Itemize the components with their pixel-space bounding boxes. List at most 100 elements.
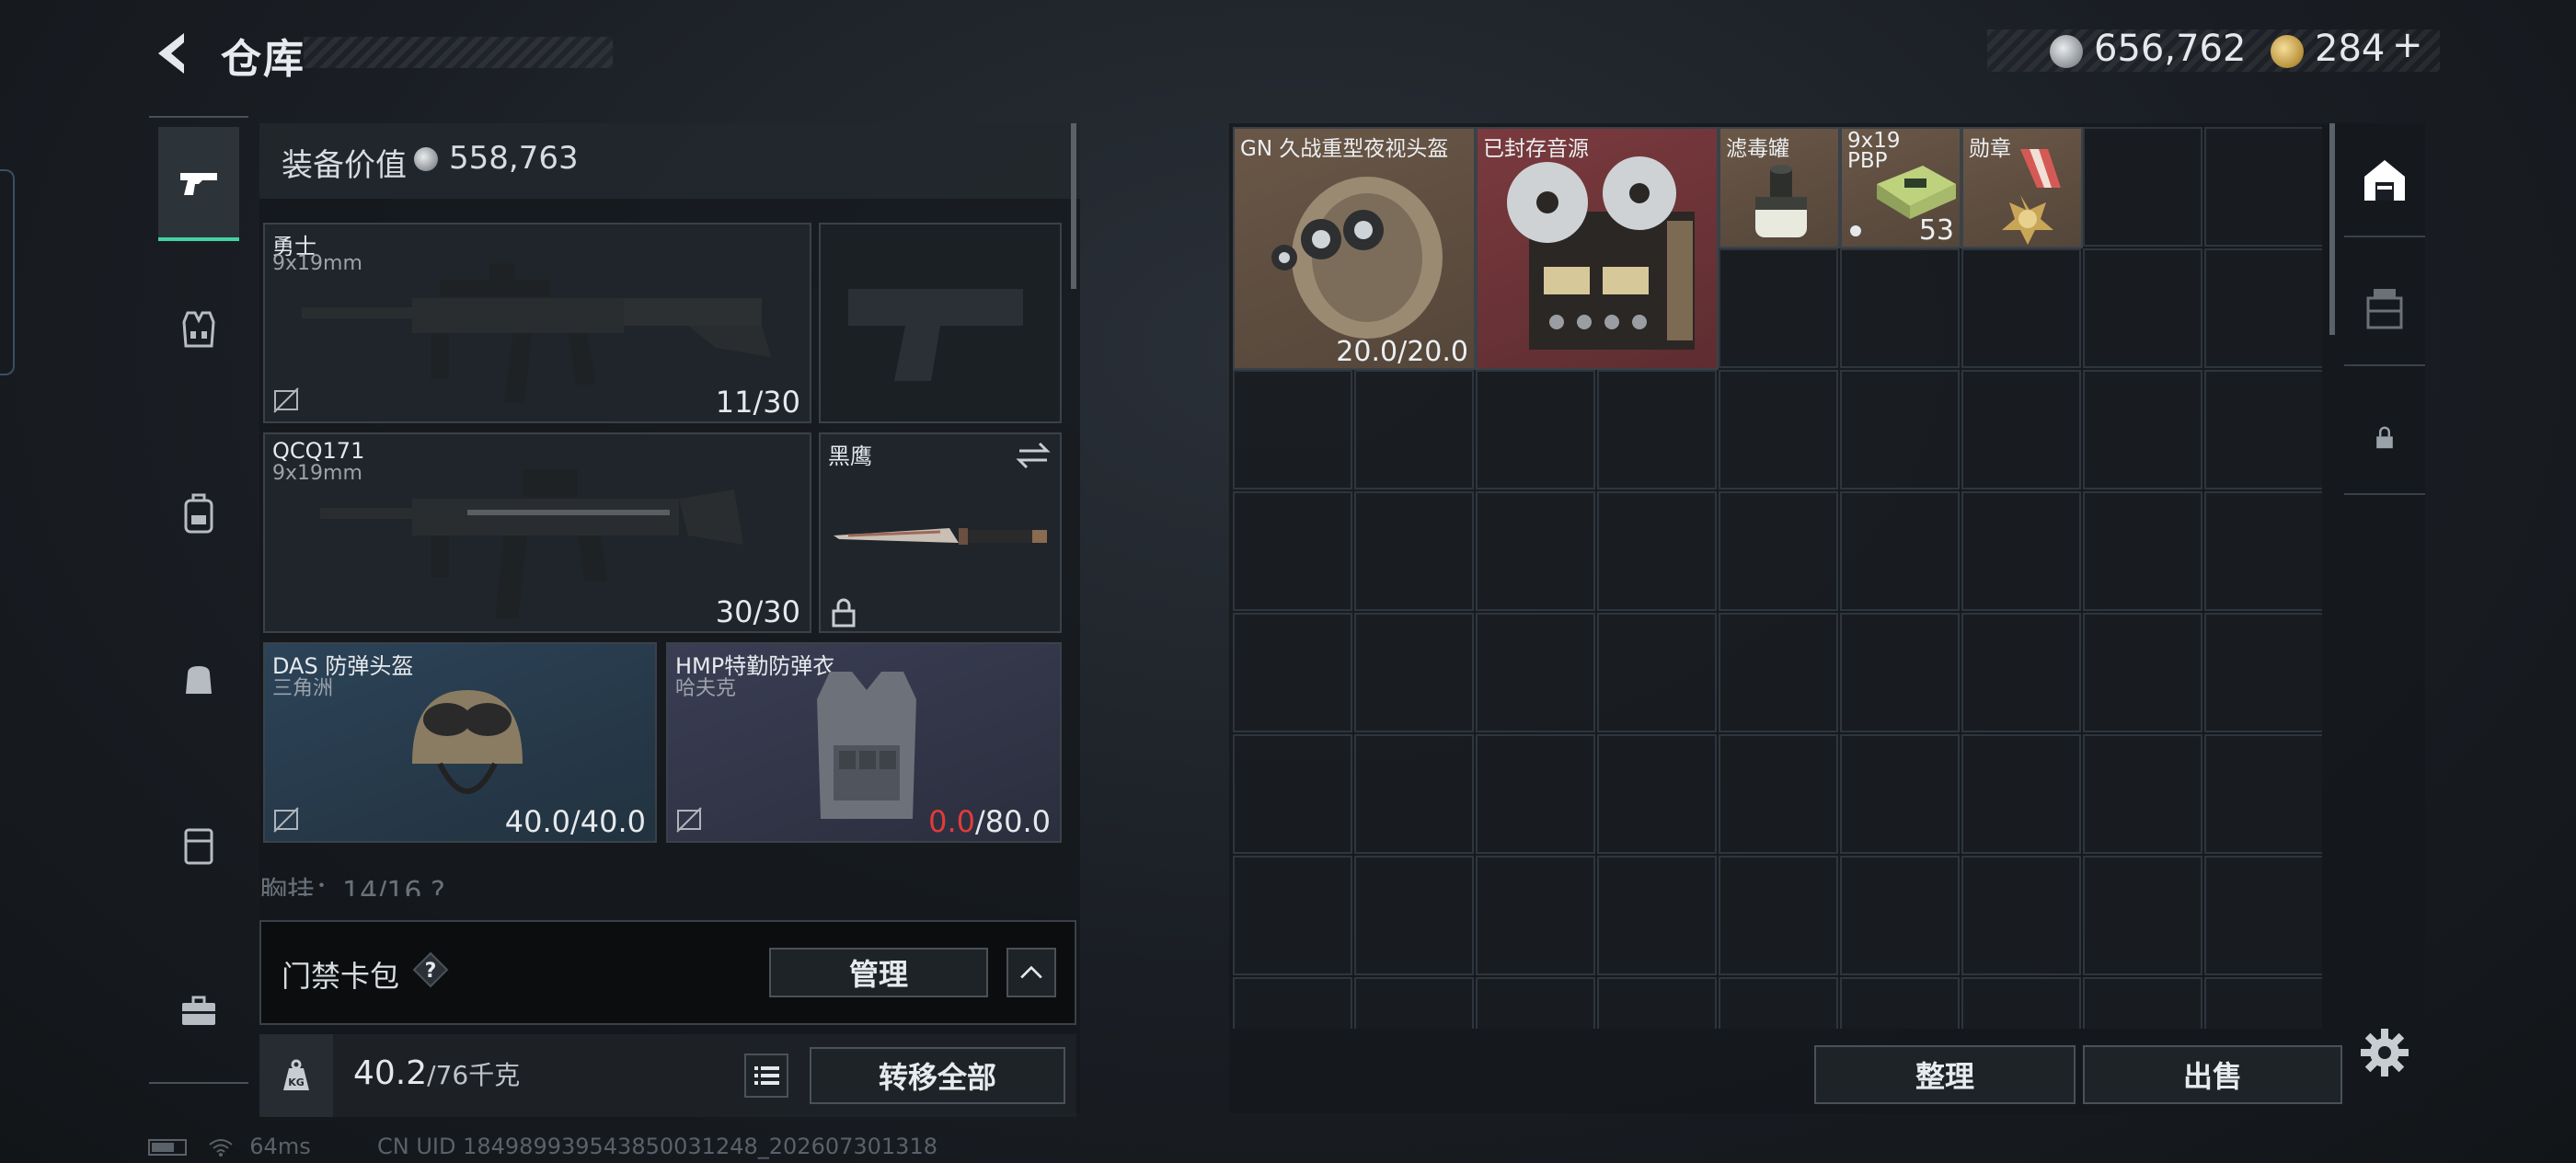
nav-toolbox-tab[interactable] [158,955,239,1065]
collapse-button[interactable] [1006,948,1056,997]
storage-grid-cell[interactable] [1961,491,2081,611]
add-currency-button[interactable]: + [2392,24,2423,66]
storage-grid-cell[interactable] [1961,734,2081,854]
storage-grid-cell[interactable] [1354,977,1474,1029]
melee-slot[interactable]: 黑鹰 [819,432,1062,633]
storage-grid-cell[interactable] [2204,613,2322,732]
nav-bag-tab[interactable] [158,624,239,734]
storage-grid-cell[interactable] [2204,977,2322,1029]
storage-grid-cell[interactable] [1719,977,1838,1029]
storage-grid-cell[interactable] [2204,127,2322,247]
storage-grid-cell[interactable] [1354,491,1474,611]
storage-grid-cell[interactable] [1476,856,1595,975]
storage-grid-cell[interactable] [2204,734,2322,854]
chest-rig-row[interactable]: 胸挂：14/16 ? [259,869,1062,896]
storage-grid-cell[interactable] [1840,734,1960,854]
storage-grid-cell[interactable] [2083,491,2202,611]
settings-button[interactable] [2357,1025,2412,1080]
storage-grid-cell[interactable] [1840,977,1960,1029]
storage-grid-cell[interactable] [1597,734,1717,854]
storage-grid-cell[interactable] [1597,856,1717,975]
storage-grid-cell[interactable] [1233,977,1352,1029]
body-armor-slot[interactable]: HMP特勤防弹衣 哈夫克 0.0/80.0 [666,642,1062,843]
storage-grid-cell[interactable] [2083,977,2202,1029]
swap-icon[interactable] [1016,440,1051,471]
storage-grid-cell[interactable] [1840,370,1960,489]
transfer-all-button[interactable]: 转移全部 [810,1047,1065,1104]
storage-grid-cell[interactable] [1233,370,1352,489]
storage-item-medal[interactable]: 勋章 [1961,127,2083,248]
storage-grid-cell[interactable] [2083,856,2202,975]
storage-grid-cell[interactable] [1597,491,1717,611]
storage-grid-cell[interactable] [1233,734,1352,854]
storage-grid-cell[interactable] [2204,491,2322,611]
storage-grid-cell[interactable] [1233,491,1352,611]
back-arrow-icon[interactable] [147,28,199,79]
storage-grid-cell[interactable] [1719,856,1838,975]
storage-grid-cell[interactable] [1476,613,1595,732]
sort-button[interactable]: 整理 [1814,1045,2076,1104]
storage-grid-cell[interactable] [2204,856,2322,975]
help-icon[interactable]: ? [412,951,449,988]
storage-grid-cell[interactable] [2083,248,2202,368]
storage-grid-cell[interactable] [1476,734,1595,854]
storage-grid-cell[interactable] [1597,370,1717,489]
storage-grid-cell[interactable] [1597,613,1717,732]
storage-grid-cell[interactable] [1840,856,1960,975]
manage-button[interactable]: 管理 [769,948,988,997]
storage-grid-cell[interactable] [1476,370,1595,489]
storage-grid-cell[interactable] [2083,127,2202,247]
storage-item-sealed-audio[interactable]: 已封存音源 [1476,127,1719,370]
storage-grid-cell[interactable] [1476,977,1595,1029]
storage-grid-cell[interactable] [1961,977,2081,1029]
tab-expansion-storage[interactable] [2344,254,2425,366]
storage-grid-cell[interactable] [1354,856,1474,975]
storage-grid-cell[interactable] [1597,977,1717,1029]
storage-grid-cell[interactable] [2204,248,2322,368]
storage-grid-cell[interactable] [2083,370,2202,489]
primary-weapon-slot[interactable]: 勇士 9x19mm 11/30 [263,223,811,423]
storage-grid-cell[interactable] [1233,613,1352,732]
storage-grid-cell[interactable] [1840,491,1960,611]
storage-grid-cell[interactable] [2083,613,2202,732]
user-uid: CN UID 1849899395438500312​48_2026073013… [377,1134,937,1159]
storage-grid-cell[interactable] [1233,856,1352,975]
list-view-button[interactable] [743,1053,789,1099]
helmet-slot[interactable]: DAS 防弹头盔 三角洲 40.0/40.0 [263,642,657,843]
storage-grid-cell[interactable] [1961,613,2081,732]
side-drawer-handle[interactable] [0,169,15,375]
storage-grid-cell[interactable] [1719,491,1838,611]
ping-value: 64ms [249,1134,311,1159]
storage-item-nvg-helmet[interactable]: GN 久战重型夜视头盔 20.0/20.0 [1233,127,1476,370]
storage-grid-cell[interactable] [2204,370,2322,489]
smg-icon [320,469,743,618]
storage-grid-cell[interactable] [1354,370,1474,489]
tab-locked-storage[interactable] [2344,383,2425,495]
storage-item-ammo-pbp[interactable]: 9x19 PBP 53 [1840,127,1961,248]
slot-ammo-count: 11/30 [715,385,800,420]
nav-case-tab[interactable] [158,789,239,900]
storage-grid-cell[interactable] [1719,248,1838,368]
secondary-weapon-slot[interactable]: QCQ171 9x19mm 30/30 [263,432,811,633]
pistol-slot-empty[interactable] [819,223,1062,423]
storage-grid-cell[interactable] [1840,613,1960,732]
storage-grid-cell[interactable] [1961,248,2081,368]
storage-grid-cell[interactable] [1840,248,1960,368]
storage-item-filter-canister[interactable]: 滤毒罐 [1719,127,1840,248]
storage-grid-cell[interactable] [1354,734,1474,854]
storage-grid-cell[interactable] [1719,613,1838,732]
storage-grid-cell[interactable] [1719,734,1838,854]
storage-grid-cell[interactable] [1961,856,2081,975]
storage-grid-cell[interactable] [1476,491,1595,611]
storage-grid-cell[interactable] [1961,370,2081,489]
storage-grid-cell[interactable] [2083,734,2202,854]
storage-grid-cell[interactable] [1719,370,1838,489]
sell-button[interactable]: 出售 [2083,1045,2342,1104]
storage-scrollbar[interactable] [2329,123,2335,335]
loadout-scrollbar[interactable] [1071,123,1076,289]
nav-weapons-tab[interactable] [158,127,239,241]
nav-vest-tab[interactable] [158,274,239,385]
tab-warehouse[interactable] [2344,125,2425,237]
nav-backpack-tab[interactable] [158,458,239,569]
storage-grid-cell[interactable] [1354,613,1474,732]
